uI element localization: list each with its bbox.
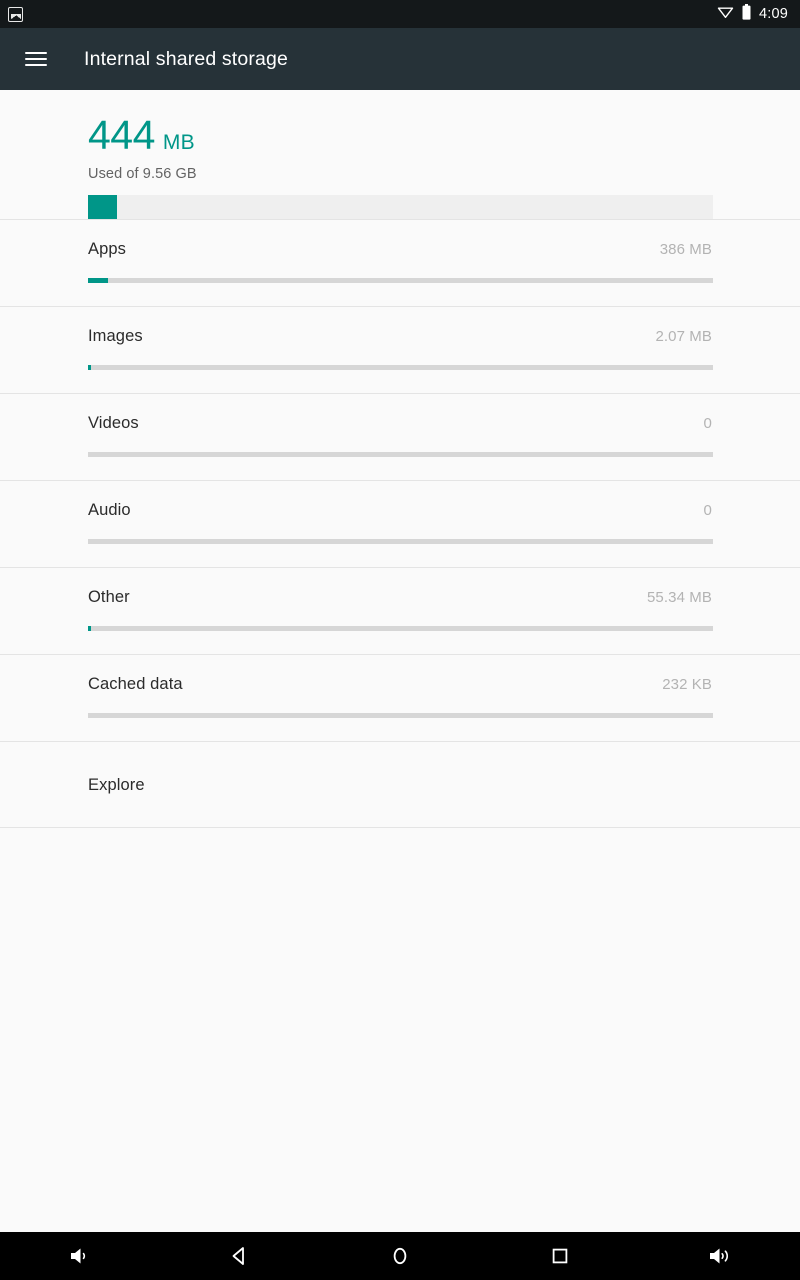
app-bar: Internal shared storage — [0, 28, 800, 90]
menu-line-1 — [25, 52, 47, 54]
storage-row-progress-fill — [88, 365, 91, 370]
storage-row-progress-bar — [88, 713, 713, 718]
storage-row-header: Other 55.34 MB — [88, 568, 712, 626]
storage-row-images[interactable]: Images 2.07 MB — [0, 306, 800, 393]
storage-summary: 444 MB Used of 9.56 GB — [0, 90, 800, 219]
page-title: Internal shared storage — [84, 47, 288, 70]
volume-down-icon[interactable] — [0, 1232, 160, 1280]
total-storage-progress-bar — [88, 195, 713, 219]
storage-row-header: Audio 0 — [88, 481, 712, 539]
storage-row-label: Other — [88, 587, 130, 606]
storage-row-progress-fill — [88, 278, 108, 283]
hamburger-menu-icon[interactable] — [8, 31, 64, 87]
screenshot-image-icon — [8, 6, 23, 22]
storage-row-value: 232 KB — [662, 675, 712, 693]
android-screen: 4:09 Internal shared storage 444 MB Used… — [0, 0, 800, 1280]
status-bar-system-icons: 4:09 — [717, 3, 788, 25]
storage-row-other[interactable]: Other 55.34 MB — [0, 567, 800, 654]
back-icon[interactable] — [160, 1232, 320, 1280]
storage-row-label: Apps — [88, 239, 127, 258]
storage-row-label: Images — [88, 326, 143, 345]
storage-row-cached-data[interactable]: Cached data 232 KB — [0, 654, 800, 741]
storage-row-progress-bar — [88, 539, 713, 544]
storage-capacity-label: Used of 9.56 GB — [88, 166, 197, 182]
storage-row-header: Videos 0 — [88, 394, 712, 452]
storage-row-value: 0 — [703, 414, 712, 432]
menu-line-2 — [25, 58, 47, 60]
storage-row-label: Videos — [88, 413, 139, 432]
status-bar-notifications — [8, 6, 23, 22]
storage-row-label: Explore — [88, 776, 145, 794]
storage-row-label: Cached data — [88, 674, 183, 693]
storage-category-list: Apps 386 MB Images 2.07 MB Videos 0 Audio 0 Othe… — [0, 219, 800, 828]
storage-row-videos[interactable]: Videos 0 — [0, 393, 800, 480]
status-bar: 4:09 — [0, 0, 800, 28]
storage-row-progress-bar — [88, 626, 713, 631]
storage-row-label: Audio — [88, 500, 131, 519]
storage-row-progress-bar — [88, 278, 713, 283]
navigation-bar — [0, 1232, 800, 1280]
storage-row-explore[interactable]: Explore — [0, 741, 800, 828]
recents-icon[interactable] — [480, 1232, 640, 1280]
status-bar-clock: 4:09 — [758, 6, 788, 22]
storage-row-header: Cached data 232 KB — [88, 655, 712, 713]
storage-row-audio[interactable]: Audio 0 — [0, 480, 800, 567]
volume-up-icon[interactable] — [640, 1232, 800, 1280]
wifi-no-signal-icon — [717, 5, 734, 24]
battery-full-icon — [742, 3, 751, 25]
menu-line-3 — [25, 64, 47, 66]
storage-used-amount: 444 MB — [88, 114, 712, 156]
storage-row-value: 55.34 MB — [646, 588, 712, 606]
storage-row-header: Apps 386 MB — [88, 220, 712, 278]
storage-row-header: Images 2.07 MB — [88, 307, 712, 365]
storage-row-value: 0 — [703, 501, 712, 519]
storage-row-header: Explore — [88, 742, 712, 829]
storage-row-progress-fill — [88, 626, 92, 631]
storage-row-value: 386 MB — [659, 240, 712, 258]
storage-row-apps[interactable]: Apps 386 MB — [0, 219, 800, 306]
total-storage-progress-fill — [88, 195, 117, 219]
storage-used-unit: MB — [162, 131, 195, 154]
storage-row-value: 2.07 MB — [655, 327, 712, 345]
storage-row-progress-bar — [88, 365, 713, 370]
home-icon[interactable] — [320, 1232, 480, 1280]
storage-used-value: 444 — [88, 112, 155, 158]
storage-row-progress-bar — [88, 452, 713, 457]
